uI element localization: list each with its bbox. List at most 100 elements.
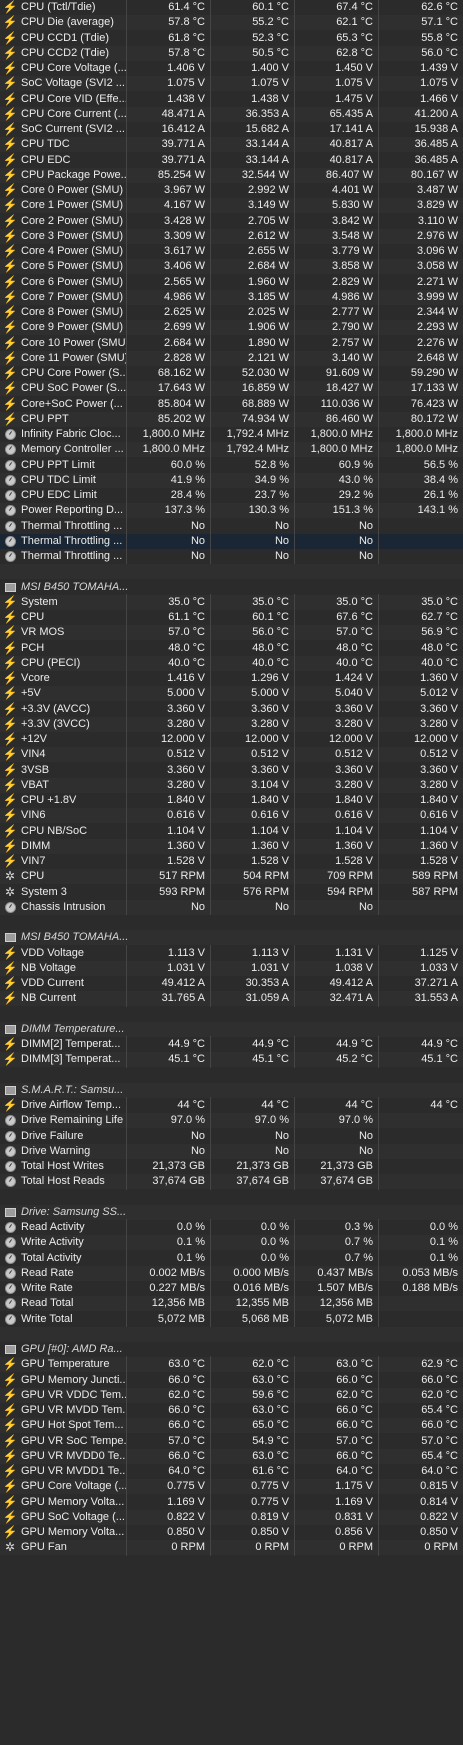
- sensor-row[interactable]: ⚡ DIMM 1.360 V 1.360 V 1.360 V 1.360 V: [0, 837, 463, 855]
- sensor-row[interactable]: CPU PPT Limit 60.0 % 52.8 % 60.9 % 56.5 %: [0, 456, 463, 474]
- sensor-row[interactable]: ⚡ VR MOS 57.0 °C 56.0 °C 57.0 °C 56.9 °C: [0, 624, 463, 642]
- sensor-row[interactable]: ⚡ CPU (Tctl/Tdie) 61.4 °C 60.1 °C 67.4 °C 62.…: [0, 0, 463, 16]
- sensor-row[interactable]: CPU TDC Limit 41.9 % 34.9 % 43.0 % 38.4 %: [0, 471, 463, 489]
- sensor-row[interactable]: ⚡ GPU VR VDDC Tem... 62.0 °C 59.6 °C 62.0 °C…: [0, 1386, 463, 1404]
- sensor-row[interactable]: ⚡ GPU Hot Spot Tem... 66.0 °C 65.0 °C 66.0 °…: [0, 1417, 463, 1435]
- sensor-row[interactable]: Total Host Reads 37,674 GB 37,674 GB 37,674…: [0, 1173, 463, 1191]
- sensor-row[interactable]: ⚡ VIN7 1.528 V 1.528 V 1.528 V 1.528 V: [0, 853, 463, 870]
- sensor-row[interactable]: ⚡ Core 3 Power (SMU) 3.309 W 2.612 W 3.548 W…: [0, 227, 463, 245]
- sensor-row[interactable]: ⚡ Core 5 Power (SMU) 3.406 W 2.684 W 3.858 W…: [0, 258, 463, 276]
- sensor-row[interactable]: ⚡ Core 6 Power (SMU) 2.565 W 1.960 W 2.829 W…: [0, 273, 463, 291]
- sensor-row[interactable]: ⚡ Vcore 1.416 V 1.296 V 1.424 V 1.360 V: [0, 670, 463, 687]
- sensor-row[interactable]: ⚡ Core 8 Power (SMU) 2.625 W 2.025 W 2.777 W…: [0, 304, 463, 321]
- sensor-group-header[interactable]: MSI B450 TOMAHA...: [0, 930, 463, 946]
- sensor-row[interactable]: Thermal Throttling ... No No No: [0, 532, 463, 550]
- sensor-row[interactable]: ⚡ CPU CCD2 (Tdie) 57.8 °C 50.5 °C 62.8 °C 56.…: [0, 44, 463, 62]
- sensor-row[interactable]: ⚡ GPU Temperature 63.0 °C 62.0 °C 63.0 °C 62.…: [0, 1356, 463, 1374]
- sensor-row[interactable]: ⚡ CPU Core VID (Effe... 1.438 V 1.438 V 1.47…: [0, 90, 463, 108]
- sensor-row[interactable]: ⚡ VDD Current 49.412 A 30.353 A 49.412 A 37.2…: [0, 975, 463, 992]
- sensor-row[interactable]: Thermal Throttling ... No No No: [0, 548, 463, 565]
- sensor-group-header[interactable]: DIMM Temperature...: [0, 1021, 463, 1037]
- sensor-row[interactable]: ⚡ VIN6 0.616 V 0.616 V 0.616 V 0.616 V: [0, 807, 463, 825]
- sensor-row[interactable]: ⚡ GPU Core Voltage (... 0.775 V 0.775 V 1.17…: [0, 1478, 463, 1496]
- value-maximum: No: [294, 548, 378, 565]
- sensor-row[interactable]: ⚡ DIMM[2] Temperat... 44.9 °C 44.9 °C 44.9 °…: [0, 1036, 463, 1053]
- sensor-row[interactable]: ⚡ GPU Memory Volta... 1.169 V 0.775 V 1.169 …: [0, 1493, 463, 1511]
- sensor-row[interactable]: ⚡ Core 1 Power (SMU) 4.167 W 3.149 W 5.830 W…: [0, 197, 463, 215]
- sensor-row[interactable]: ⚡ Core+SoC Power (... 85.804 W 68.889 W 110.…: [0, 395, 463, 413]
- sensor-row[interactable]: Power Reporting D... 137.3 % 130.3 % 151.3 …: [0, 502, 463, 520]
- sensor-row[interactable]: Total Host Writes 21,373 GB 21,373 GB 21,37…: [0, 1158, 463, 1175]
- sensor-row[interactable]: ⚡ Core 11 Power (SMU) 2.828 W 2.121 W 3.140 …: [0, 349, 463, 367]
- sensor-row[interactable]: ⚡ System 35.0 °C 35.0 °C 35.0 °C 35.0 °C: [0, 593, 463, 611]
- sensor-row[interactable]: Write Activity 0.1 % 0.0 % 0.7 % 0.1 %: [0, 1234, 463, 1252]
- sensor-row[interactable]: ⚡ GPU Memory Volta... 0.850 V 0.850 V 0.856 …: [0, 1524, 463, 1541]
- sensor-row[interactable]: ⚡ 3VSB 3.360 V 3.360 V 3.360 V 3.360 V: [0, 761, 463, 779]
- sensor-row[interactable]: ⚡ GPU VR SoC Tempe... 57.0 °C 54.9 °C 57.0 °…: [0, 1432, 463, 1450]
- sensor-row[interactable]: ⚡ DIMM[3] Temperat... 45.1 °C 45.1 °C 45.2 °…: [0, 1051, 463, 1069]
- sensor-row[interactable]: Write Total 5,072 MB 5,068 MB 5,072 MB: [0, 1310, 463, 1328]
- sensor-row[interactable]: ⚡ Core 7 Power (SMU) 4.986 W 3.185 W 4.986 W…: [0, 288, 463, 306]
- sensor-row[interactable]: ⚡ GPU SoC Voltage (... 0.822 V 0.819 V 0.831…: [0, 1508, 463, 1526]
- sensor-row[interactable]: ⚡ CPU +1.8V 1.840 V 1.840 V 1.840 V 1.840 V: [0, 792, 463, 809]
- sensor-row[interactable]: Memory Controller ... 1,800.0 MHz 1,792.4 …: [0, 441, 463, 459]
- sensor-row[interactable]: ⚡ VIN4 0.512 V 0.512 V 0.512 V 0.512 V: [0, 746, 463, 764]
- sensor-row[interactable]: ⚡ CPU CCD1 (Tdie) 61.8 °C 52.3 °C 65.3 °C 55.…: [0, 29, 463, 47]
- sensor-row[interactable]: Total Activity 0.1 % 0.0 % 0.7 % 0.1 %: [0, 1249, 463, 1267]
- sensor-row[interactable]: ⚡ GPU VR MVDD1 Te... 64.0 °C 61.6 °C 64.0 °C…: [0, 1463, 463, 1480]
- sensor-row[interactable]: ⚡ +3.3V (3VCC) 3.280 V 3.280 V 3.280 V 3.280 …: [0, 715, 463, 733]
- sensor-row[interactable]: ⚡ VDD Voltage 1.113 V 1.113 V 1.131 V 1.125 V: [0, 944, 463, 962]
- sensor-row[interactable]: Infinity Fabric Cloc... 1,800.0 MHz 1,792.…: [0, 426, 463, 443]
- sensor-name: Write Total: [21, 1312, 73, 1325]
- sensor-row[interactable]: Read Rate 0.002 MB/s 0.000 MB/s 0.437 MB/s 0…: [0, 1264, 463, 1282]
- sensor-row[interactable]: Drive Failure No No No: [0, 1127, 463, 1145]
- sensor-row[interactable]: ✲ System 3 593 RPM 576 RPM 594 RPM 587 RPM: [0, 883, 463, 901]
- sensor-row[interactable]: ⚡ NB Current 31.765 A 31.059 A 32.471 A 31.55…: [0, 990, 463, 1008]
- sensor-row[interactable]: ⚡ Drive Airflow Temp... 44 °C 44 °C 44 °C 44 …: [0, 1097, 463, 1114]
- sensor-row[interactable]: ⚡ CPU Core Voltage (... 1.406 V 1.400 V 1.45…: [0, 60, 463, 77]
- sensor-row[interactable]: Write Rate 0.227 MB/s 0.016 MB/s 1.507 MB/s…: [0, 1280, 463, 1297]
- sensor-row[interactable]: Read Total 12,356 MB 12,355 MB 12,356 MB: [0, 1295, 463, 1313]
- sensor-row[interactable]: ⚡ CPU TDC 39.771 A 33.144 A 40.817 A 36.485 A: [0, 136, 463, 154]
- sensor-row[interactable]: ⚡ Core 2 Power (SMU) 3.428 W 2.705 W 3.842 W…: [0, 212, 463, 230]
- sensor-row[interactable]: ⚡ Core 10 Power (SMU) 2.684 W 1.890 W 2.757 …: [0, 334, 463, 352]
- sensor-row[interactable]: Drive Warning No No No: [0, 1142, 463, 1160]
- sensor-row[interactable]: Drive Remaining Life 97.0 % 97.0 % 97.0 %: [0, 1112, 463, 1130]
- sensor-row[interactable]: ✲ CPU 517 RPM 504 RPM 709 RPM 589 RPM: [0, 868, 463, 886]
- sensor-row[interactable]: ⚡ SoC Voltage (SVI2 ... 1.075 V 1.075 V 1.07…: [0, 75, 463, 93]
- sensor-row[interactable]: ⚡ CPU Die (average) 57.8 °C 55.2 °C 62.1 °C 5…: [0, 14, 463, 32]
- sensor-row[interactable]: ⚡ Core 0 Power (SMU) 3.967 W 2.992 W 4.401 W…: [0, 182, 463, 199]
- sensor-group-header[interactable]: Drive: Samsung SS...: [0, 1204, 463, 1220]
- sensor-row[interactable]: ⚡ Core 9 Power (SMU) 2.699 W 1.906 W 2.790 W…: [0, 319, 463, 337]
- gauge-icon: [4, 1145, 16, 1157]
- sensor-row[interactable]: Thermal Throttling ... No No No: [0, 517, 463, 535]
- sensor-row[interactable]: ⚡ +3.3V (AVCC) 3.360 V 3.360 V 3.360 V 3.360 …: [0, 700, 463, 718]
- sensor-row[interactable]: Chassis Intrusion No No No: [0, 898, 463, 916]
- sensor-row[interactable]: ⚡ VBAT 3.280 V 3.104 V 3.280 V 3.280 V: [0, 776, 463, 794]
- sensor-row[interactable]: ⚡ CPU PPT 85.202 W 74.934 W 86.460 W 80.172 W: [0, 410, 463, 428]
- sensor-row[interactable]: CPU EDC Limit 28.4 % 23.7 % 29.2 % 26.1 %: [0, 487, 463, 504]
- sensor-row[interactable]: ⚡ NB Voltage 1.031 V 1.031 V 1.038 V 1.033 V: [0, 959, 463, 977]
- sensor-group-header[interactable]: S.M.A.R.T.: Samsu...: [0, 1082, 463, 1098]
- sensor-row[interactable]: ⚡ CPU 61.1 °C 60.1 °C 67.6 °C 62.7 °C: [0, 609, 463, 626]
- sensor-row[interactable]: ⚡ Core 4 Power (SMU) 3.617 W 2.655 W 3.779 W…: [0, 243, 463, 260]
- sensor-row[interactable]: ⚡ CPU EDC 39.771 A 33.144 A 40.817 A 36.485 A: [0, 151, 463, 169]
- sensor-row[interactable]: ⚡ CPU (PECI) 40.0 °C 40.0 °C 40.0 °C 40.0 °C: [0, 654, 463, 672]
- sensor-row[interactable]: ⚡ CPU Core Power (S... 68.162 W 52.030 W 91.…: [0, 365, 463, 382]
- sensor-row[interactable]: ⚡ CPU NB/SoC 1.104 V 1.104 V 1.104 V 1.104 V: [0, 822, 463, 840]
- bolt-icon: ⚡: [2, 1052, 18, 1067]
- sensor-group-header[interactable]: GPU [#0]: AMD Ra...: [0, 1342, 463, 1357]
- sensor-row[interactable]: Read Activity 0.0 % 0.0 % 0.3 % 0.0 %: [0, 1219, 463, 1236]
- sensor-row[interactable]: ✲ GPU Fan 0 RPM 0 RPM 0 RPM 0 RPM: [0, 1539, 463, 1557]
- sensor-row[interactable]: ⚡ GPU Memory Juncti... 66.0 °C 63.0 °C 66.0 …: [0, 1371, 463, 1389]
- sensor-row[interactable]: ⚡ +12V 12.000 V 12.000 V 12.000 V 12.000 V: [0, 731, 463, 748]
- sensor-row[interactable]: ⚡ PCH 48.0 °C 48.0 °C 48.0 °C 48.0 °C: [0, 639, 463, 657]
- sensor-row[interactable]: ⚡ CPU Package Powe... 85.254 W 32.544 W 86.4…: [0, 166, 463, 184]
- sensor-row[interactable]: ⚡ CPU Core Current (... 48.471 A 36.353 A 65…: [0, 105, 463, 123]
- sensor-row[interactable]: ⚡ SoC Current (SVI2 ... 16.412 A 15.682 A 17…: [0, 121, 463, 138]
- sensor-row[interactable]: ⚡ GPU VR MVDD0 Te... 66.0 °C 63.0 °C 66.0 °C…: [0, 1447, 463, 1465]
- sensor-group-header[interactable]: MSI B450 TOMAHA...: [0, 580, 463, 595]
- sensor-row[interactable]: ⚡ +5V 5.000 V 5.000 V 5.040 V 5.012 V: [0, 685, 463, 703]
- sensor-row[interactable]: ⚡ CPU SoC Power (S... 17.643 W 16.859 W 18.4…: [0, 380, 463, 398]
- sensor-row[interactable]: ⚡ GPU VR MVDD Tem... 66.0 °C 63.0 °C 66.0 °C…: [0, 1402, 463, 1419]
